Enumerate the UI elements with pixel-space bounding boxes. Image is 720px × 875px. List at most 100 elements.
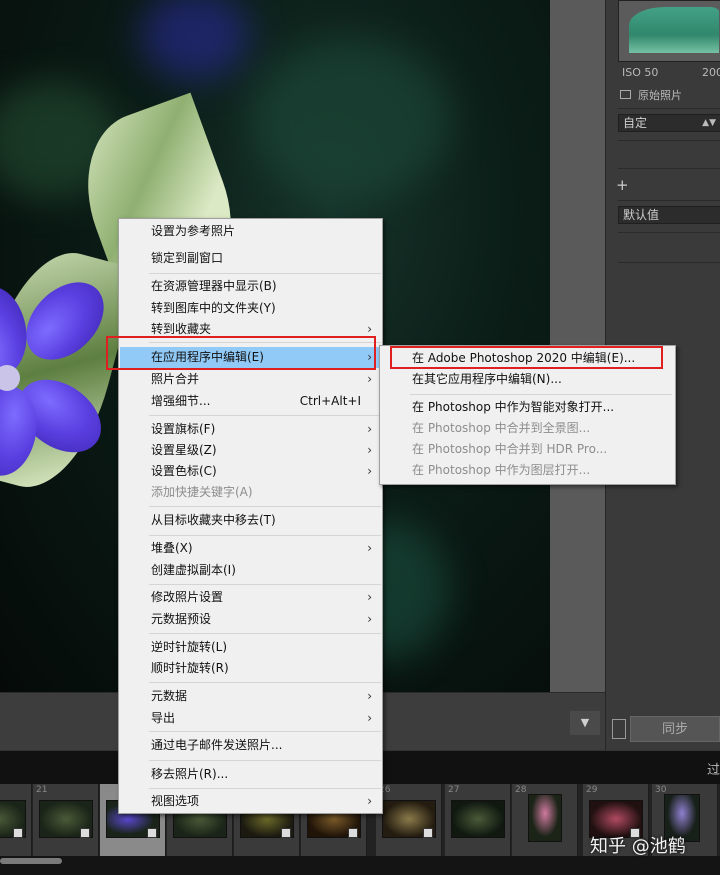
menu-item-develop-settings[interactable]: 修改照片设置 › <box>120 587 381 608</box>
edit-badge-icon <box>13 828 23 838</box>
submenu-item-merge-panorama: 在 Photoshop 中合并到全景图... <box>381 418 674 439</box>
original-photo-label: 原始照片 <box>638 89 682 102</box>
edit-badge-icon <box>423 828 433 838</box>
menu-item-label: 添加快捷关键字(A) <box>151 485 253 499</box>
histogram-value: 200 <box>702 66 720 79</box>
menu-item-label: 在 Photoshop 中作为图层打开... <box>412 463 591 477</box>
menu-item-remove-from-target-collection[interactable]: 从目标收藏夹中移去(T) <box>120 510 381 531</box>
menu-separator <box>149 535 381 536</box>
menu-item-label: 增强细节... <box>151 394 211 408</box>
menu-item-show-in-explorer[interactable]: 在资源管理器中显示(B) <box>120 276 381 297</box>
bg-bokeh <box>250 40 450 200</box>
menu-separator <box>149 415 381 416</box>
filter-label[interactable]: 过 <box>707 759 720 778</box>
menu-item-rotate-left[interactable]: 逆时针旋转(L) <box>120 637 381 658</box>
menu-item-metadata-presets[interactable]: 元数据预设 › <box>120 609 381 630</box>
edit-badge-icon <box>281 828 291 838</box>
context-menu: 设置为参考照片 锁定到副窗口 在资源管理器中显示(B) 转到图库中的文件夹(Y)… <box>118 218 383 814</box>
menu-item-label: 转到图库中的文件夹(Y) <box>151 301 276 315</box>
edit-badge-icon <box>147 828 157 838</box>
menu-item-set-rating[interactable]: 设置星级(Z) › <box>120 440 381 461</box>
menu-separator <box>149 584 381 585</box>
menu-item-label: 锁定到副窗口 <box>151 251 224 265</box>
thumbnail <box>528 794 562 842</box>
filmstrip-scrollbar[interactable] <box>0 856 720 875</box>
chevron-down-icon: ▲▼ <box>702 118 716 128</box>
menu-separator <box>149 682 381 683</box>
menu-item-export[interactable]: 导出 › <box>120 708 381 729</box>
divider <box>618 232 720 233</box>
cell-number: 21 <box>36 785 48 795</box>
menu-item-label: 导出 <box>151 711 176 725</box>
menu-item-set-color-label[interactable]: 设置色标(C) › <box>120 461 381 482</box>
sync-toggle[interactable] <box>612 719 626 739</box>
menu-item-label: 转到收藏夹 <box>151 322 212 336</box>
menu-item-set-reference-photo[interactable]: 设置为参考照片 <box>120 221 381 242</box>
submenu-item-open-as-layers: 在 Photoshop 中作为图层打开... <box>381 460 674 481</box>
menu-item-label: 元数据 <box>151 689 188 703</box>
menu-item-label: 在 Photoshop 中合并到全景图... <box>412 421 591 435</box>
menu-item-label: 堆叠(X) <box>151 541 193 555</box>
cell-number: 22 <box>103 785 115 795</box>
chevron-right-icon: › <box>367 711 372 725</box>
divider <box>618 262 720 263</box>
watermark: 知乎 @池鹤 <box>590 836 686 857</box>
sync-button[interactable]: 同步 <box>630 716 720 742</box>
filmstrip-cell[interactable]: 28 <box>512 784 578 856</box>
menu-item-label: 在资源管理器中显示(B) <box>151 279 277 293</box>
chevron-right-icon: › <box>367 464 372 478</box>
default-value: 默认值 <box>623 208 660 222</box>
menu-item-metadata[interactable]: 元数据 › <box>120 686 381 707</box>
histogram <box>618 0 720 62</box>
cell-number: 28 <box>515 785 527 795</box>
menu-item-label: 设置旗标(F) <box>151 422 216 436</box>
chevron-right-icon: › <box>367 372 372 386</box>
menu-item-create-virtual-copy[interactable]: 创建虚拟副本(I) <box>120 560 381 581</box>
chevron-right-icon: › <box>367 443 372 457</box>
menu-item-set-flag[interactable]: 设置旗标(F) › <box>120 419 381 440</box>
submenu-item-open-as-smart-object[interactable]: 在 Photoshop 中作为智能对象打开... <box>381 397 674 418</box>
menu-separator <box>149 273 381 274</box>
menu-separator <box>149 788 381 789</box>
menu-item-label: 设置为参考照片 <box>151 224 236 238</box>
original-photo-checkbox[interactable] <box>620 90 631 99</box>
edit-badge-icon <box>348 828 358 838</box>
menu-item-enhance-details[interactable]: 增强细节... Ctrl+Alt+I <box>120 391 381 412</box>
menu-item-go-to-folder[interactable]: 转到图库中的文件夹(Y) <box>120 298 381 319</box>
menu-item-photo-merge[interactable]: 照片合并 › <box>120 369 381 390</box>
menu-item-rotate-right[interactable]: 顺时针旋转(R) <box>120 658 381 679</box>
default-select[interactable]: 默认值 <box>618 206 720 224</box>
menu-separator <box>410 394 672 395</box>
filmstrip-cell[interactable]: 26 <box>376 784 442 856</box>
chevron-right-icon: › <box>367 794 372 808</box>
menu-item-label: 在其它应用程序中编辑(N)... <box>412 372 562 386</box>
filmstrip-cell[interactable] <box>0 784 32 856</box>
submenu-item-merge-hdr: 在 Photoshop 中合并到 HDR Pro... <box>381 439 674 460</box>
edit-badge-icon <box>80 828 90 838</box>
scrollbar-thumb[interactable] <box>0 858 62 864</box>
cell-number: 29 <box>586 785 598 795</box>
menu-item-label: 从目标收藏夹中移去(T) <box>151 513 276 527</box>
menu-item-label: 修改照片设置 <box>151 590 224 604</box>
menu-item-label: 创建虚拟副本(I) <box>151 563 236 577</box>
menu-item-view-options[interactable]: 视图选项 › <box>120 791 381 812</box>
thumbnail <box>451 800 505 838</box>
add-icon[interactable]: + <box>616 176 629 194</box>
submenu-item-edit-in-other-app[interactable]: 在其它应用程序中编辑(N)... <box>381 369 674 390</box>
menu-item-label: 设置星级(Z) <box>151 443 217 457</box>
toolbar-dropdown-button[interactable]: ▼ <box>570 711 600 735</box>
iso-label: ISO 50 <box>622 66 659 79</box>
bg-bokeh <box>140 0 250 80</box>
preset-select[interactable]: 自定 ▲▼ <box>618 114 720 132</box>
menu-item-label: 通过电子邮件发送照片... <box>151 738 283 752</box>
chevron-right-icon: › <box>367 612 372 626</box>
menu-item-remove-photo[interactable]: 移去照片(R)... <box>120 764 381 785</box>
menu-item-lock-to-secondary[interactable]: 锁定到副窗口 <box>120 248 381 269</box>
chevron-right-icon: › <box>367 422 372 436</box>
divider <box>618 168 720 169</box>
menu-item-stacking[interactable]: 堆叠(X) › <box>120 538 381 559</box>
filmstrip-cell[interactable]: 27 <box>445 784 511 856</box>
menu-item-email-photo[interactable]: 通过电子邮件发送照片... <box>120 735 381 756</box>
preset-value: 自定 <box>623 116 648 130</box>
filmstrip-cell[interactable]: 21 <box>33 784 99 856</box>
